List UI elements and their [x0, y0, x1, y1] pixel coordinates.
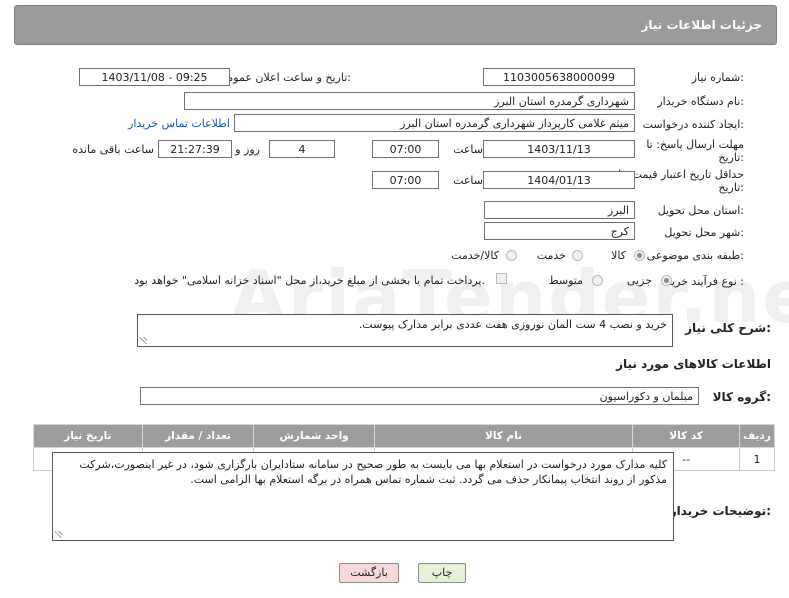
resize-handle[interactable] [140, 337, 147, 344]
col-header-code: کد کالا [632, 424, 740, 448]
col-header-row: ردیف [738, 424, 776, 448]
deadline-date-field[interactable]: 1403/11/13 [483, 140, 635, 158]
min-price-label-date: تاریخ: [718, 181, 744, 194]
need-number-label: شماره نیاز: [691, 71, 744, 84]
need-number-field[interactable]: 1103005638000099 [483, 68, 635, 86]
category-option-goods-service: کالا/خدمت [451, 249, 499, 262]
process-label: نوع فرآیند خرید : [666, 275, 744, 288]
province-label: استان محل تحویل: [657, 204, 744, 217]
province-field[interactable]: البرز [484, 201, 635, 219]
goods-group-label: گروه کالا: [712, 390, 771, 404]
page-header: جزئیات اطلاعات نیاز [14, 5, 777, 45]
min-price-time-field[interactable]: 07:00 [372, 171, 439, 189]
treasury-payment-checkbox[interactable] [496, 273, 507, 284]
min-price-hour-label: ساعت [453, 174, 483, 187]
buyer-org-label: نام دستگاه خریدار: [657, 95, 744, 108]
goods-group-field[interactable]: مبلمان و دکوراسیون [140, 387, 699, 405]
description-text: خرید و نصب 4 ست المان نوروزی هفت عددی بر… [358, 318, 667, 331]
deadline-label-date: تاریخ: [718, 151, 744, 164]
col-header-unit: واحد شمارش [253, 424, 375, 448]
goods-section-title: اطلاعات کالاهای مورد نیاز [616, 357, 771, 371]
buyer-contact-link[interactable]: اطلاعات تماس خریدار [128, 117, 230, 130]
category-radio-goods-service[interactable] [506, 250, 517, 261]
min-price-date-field[interactable]: 1404/01/13 [483, 171, 635, 189]
description-textarea[interactable]: خرید و نصب 4 ست المان نوروزی هفت عددی بر… [137, 314, 673, 347]
category-label: طبقه بندی موضوعی: [646, 249, 744, 262]
announce-datetime-label: تاریخ و ساعت اعلان عمومی: [218, 71, 351, 84]
announce-datetime-field[interactable]: 1403/11/08 - 09:25 [79, 68, 230, 86]
process-radio-minor[interactable] [661, 275, 672, 286]
remaining-time-label: ساعت باقی مانده [72, 143, 154, 156]
category-option-service: خدمت [536, 249, 566, 262]
requester-label: ایجاد کننده درخواست: [642, 118, 744, 131]
process-option-medium: متوسط [548, 274, 583, 287]
description-label: شرح کلی نیاز: [685, 321, 771, 335]
min-price-label: حداقل تاریخ اعتبار قیمت: تا [618, 168, 744, 181]
col-header-name: نام کالا [373, 424, 634, 448]
buyer-notes-textarea[interactable]: کلیه مدارک مورد درخواست در استعلام بها م… [52, 452, 674, 541]
buyer-org-field[interactable]: شهرداری گرمدره استان البرز [184, 92, 635, 110]
buyer-notes-label: توضیحات خریدار: [669, 504, 771, 518]
print-button[interactable]: چاپ [418, 563, 466, 583]
days-remaining-field[interactable]: 4 [269, 140, 335, 158]
days-label: روز و [235, 143, 260, 156]
process-option-minor: جزیی [626, 274, 652, 287]
table-header-row: ردیف کد کالا نام کالا واحد شمارش تعداد /… [33, 424, 776, 448]
city-label: شهر محل تحویل: [664, 226, 744, 239]
col-header-quantity: تعداد / مقدار [141, 424, 255, 448]
deadline-hour-label: ساعت [453, 143, 483, 156]
deadline-label: مهلت ارسال پاسخ: تا [646, 138, 744, 151]
remaining-time-field[interactable]: 21:27:39 [158, 140, 232, 158]
category-option-goods: کالا [611, 249, 626, 262]
col-header-date: تاریخ نیاز [33, 424, 143, 448]
back-button[interactable]: بازگشت [339, 563, 399, 583]
cell-row-number: 1 [738, 447, 776, 471]
category-radio-goods[interactable] [634, 250, 645, 261]
resize-handle[interactable] [55, 531, 62, 538]
city-field[interactable]: کرج [484, 222, 635, 240]
process-radio-medium[interactable] [592, 275, 603, 286]
requester-field[interactable]: میثم غلامی کارپرداز شهرداری گرمدره استان… [234, 114, 635, 132]
page-title: جزئیات اطلاعات نیاز [641, 18, 762, 32]
deadline-time-field[interactable]: 07:00 [372, 140, 439, 158]
buyer-notes-text: کلیه مدارک مورد درخواست در استعلام بها م… [79, 458, 667, 486]
treasury-payment-note: پرداخت تمام یا بخشی از مبلغ خرید،از محل … [134, 274, 485, 287]
category-radio-service[interactable] [572, 250, 583, 261]
